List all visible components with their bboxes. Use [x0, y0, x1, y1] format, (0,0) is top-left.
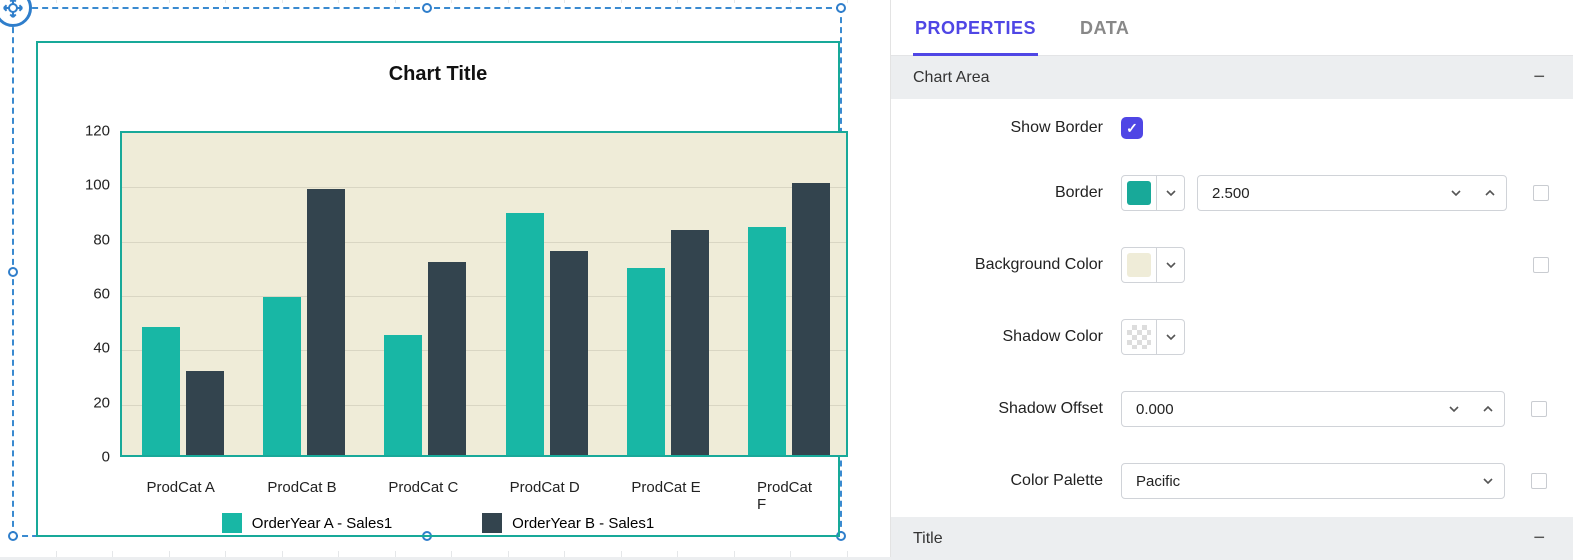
prop-background-color: Background Color	[891, 229, 1573, 301]
show-border-checkbox[interactable]: ✓	[1121, 117, 1143, 139]
spin-down-icon[interactable]	[1438, 176, 1472, 210]
plot-area	[120, 131, 848, 457]
bar	[627, 268, 665, 455]
resize-handle[interactable]	[8, 531, 18, 541]
x-tick-label: ProdCat E	[631, 479, 700, 496]
bar	[142, 327, 180, 455]
resize-handle[interactable]	[422, 3, 432, 13]
x-tick-label: ProdCat A	[146, 479, 214, 496]
section-header-chart-area[interactable]: Chart Area −	[891, 56, 1573, 99]
background-color-swatch[interactable]	[1121, 247, 1157, 283]
prop-label: Background Color	[891, 256, 1121, 274]
shadow-offset-input[interactable]: 0.000	[1121, 391, 1505, 427]
x-tick-label: ProdCat C	[388, 479, 458, 496]
legend-label: OrderYear A - Sales1	[252, 515, 392, 532]
properties-panel: PROPERTIES DATA Chart Area − Show Border…	[890, 0, 1573, 557]
bar	[384, 335, 422, 455]
chart-title: Chart Title	[38, 63, 838, 86]
resize-handle[interactable]	[836, 3, 846, 13]
prop-label: Show Border	[891, 119, 1121, 137]
bar	[748, 227, 786, 455]
legend-swatch	[482, 513, 502, 533]
shadow-color-swatch[interactable]	[1121, 319, 1157, 355]
prop-color-palette: Color Palette Pacific	[891, 445, 1573, 517]
bar	[307, 189, 345, 455]
border-color-swatch[interactable]	[1121, 175, 1157, 211]
bar	[428, 262, 466, 455]
bar	[263, 297, 301, 455]
x-tick-label: ProdCat B	[267, 479, 336, 496]
chart-preview[interactable]: Chart Title 020406080100120 ProdCat A Pro…	[36, 41, 840, 537]
collapse-icon[interactable]: −	[1533, 66, 1551, 89]
border-width-value: 2.500	[1198, 185, 1438, 202]
prop-label: Border	[891, 184, 1121, 202]
legend-label: OrderYear B - Sales1	[512, 515, 654, 532]
chart-legend: OrderYear A - Sales1 OrderYear B - Sales…	[38, 513, 838, 533]
border-color-dropdown[interactable]	[1157, 175, 1185, 211]
tab-data[interactable]: DATA	[1078, 10, 1131, 55]
prop-shadow-offset: Shadow Offset 0.000	[891, 373, 1573, 445]
section-title: Title	[913, 530, 943, 548]
background-color-dropdown[interactable]	[1157, 247, 1185, 283]
legend-item: OrderYear B - Sales1	[482, 513, 654, 533]
advanced-toggle[interactable]	[1533, 185, 1549, 201]
bar	[671, 230, 709, 455]
advanced-toggle[interactable]	[1531, 473, 1547, 489]
x-tick-label: ProdCat F	[757, 479, 818, 513]
prop-label: Shadow Offset	[891, 400, 1121, 418]
y-axis: 020406080100120	[78, 125, 116, 460]
section-title: Chart Area	[913, 69, 989, 87]
tab-properties[interactable]: PROPERTIES	[913, 10, 1038, 56]
legend-item: OrderYear A - Sales1	[222, 513, 392, 533]
resize-handle[interactable]	[8, 3, 18, 13]
prop-shadow-color: Shadow Color	[891, 301, 1573, 373]
bar	[550, 251, 588, 455]
spin-up-icon[interactable]	[1470, 392, 1504, 426]
prop-label: Shadow Color	[891, 328, 1121, 346]
resize-handle[interactable]	[8, 267, 18, 277]
bar	[186, 371, 224, 455]
collapse-icon[interactable]: −	[1533, 527, 1551, 550]
advanced-toggle[interactable]	[1531, 401, 1547, 417]
prop-show-border: Show Border ✓	[891, 99, 1573, 157]
design-canvas[interactable]: Chart Title 020406080100120 ProdCat A Pro…	[0, 0, 890, 557]
shadow-offset-value: 0.000	[1122, 401, 1436, 418]
color-palette-value: Pacific	[1122, 473, 1470, 490]
advanced-toggle[interactable]	[1533, 257, 1549, 273]
chevron-down-icon[interactable]	[1470, 464, 1504, 498]
prop-border: Border 2.500	[891, 157, 1573, 229]
section-header-title[interactable]: Title −	[891, 517, 1573, 560]
panel-tabs: PROPERTIES DATA	[891, 0, 1573, 56]
bar	[506, 213, 544, 455]
shadow-color-dropdown[interactable]	[1157, 319, 1185, 355]
selection-outline[interactable]: Chart Title 020406080100120 ProdCat A Pro…	[12, 7, 842, 537]
bar	[792, 183, 830, 455]
spin-down-icon[interactable]	[1436, 392, 1470, 426]
x-tick-label: ProdCat D	[510, 479, 580, 496]
spin-up-icon[interactable]	[1472, 176, 1506, 210]
prop-label: Color Palette	[891, 472, 1121, 490]
legend-swatch	[222, 513, 242, 533]
color-palette-select[interactable]: Pacific	[1121, 463, 1505, 499]
border-width-input[interactable]: 2.500	[1197, 175, 1507, 211]
